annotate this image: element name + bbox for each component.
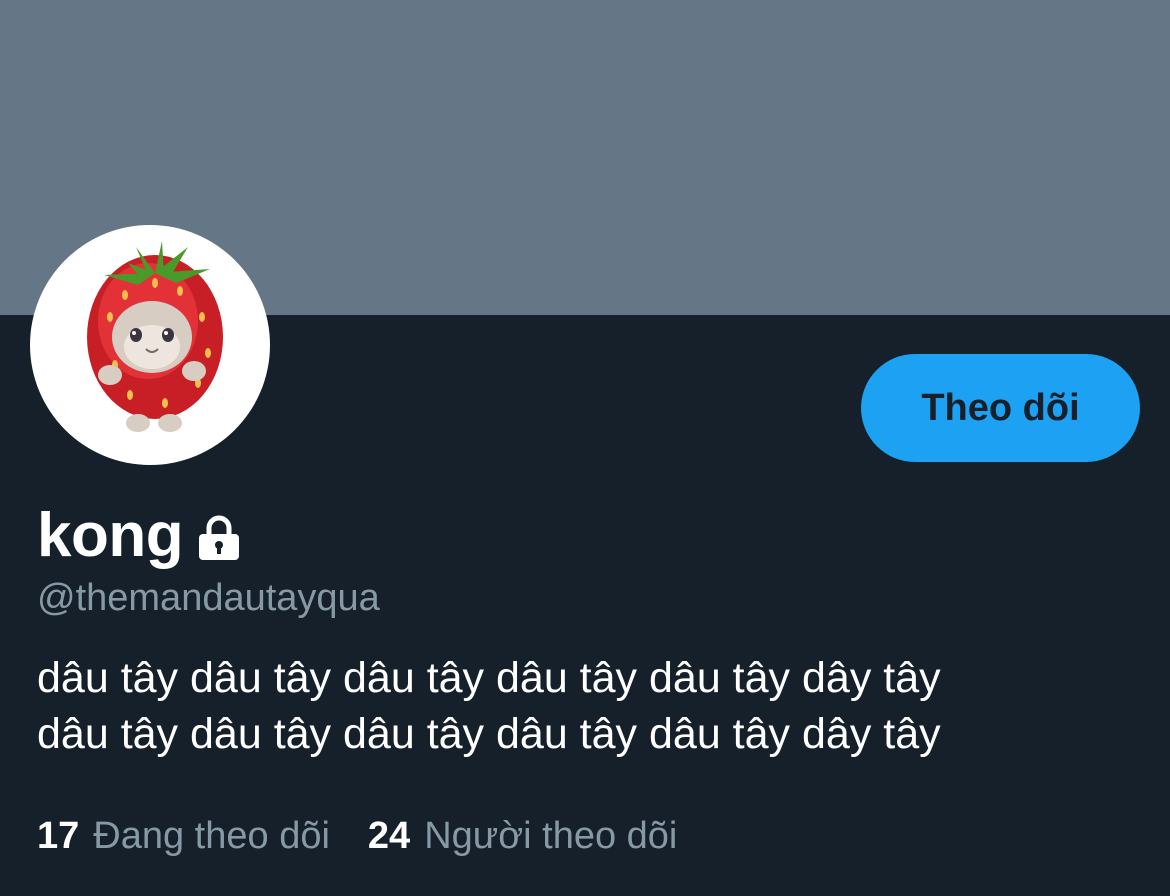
followers-stat[interactable]: 24 Người theo dõi xyxy=(368,812,677,860)
followers-label: Người theo dõi xyxy=(424,815,678,857)
bio-line: dâu tây dâu tây dâu tây dâu tây dâu tây … xyxy=(37,710,941,758)
follow-stats: 17 Đang theo dõi 24 Người theo dõi xyxy=(37,812,715,860)
following-label: Đang theo dõi xyxy=(93,815,330,857)
following-stat[interactable]: 17 Đang theo dõi xyxy=(37,812,330,860)
bio-line: dâu tây dâu tây dâu tây dâu tây dâu tây … xyxy=(37,654,941,702)
lock-icon xyxy=(195,514,243,567)
profile-bio: dâu tây dâu tây dâu tây dâu tây dâu tây … xyxy=(37,650,1137,762)
strawberry-cat-avatar xyxy=(87,241,223,432)
following-count: 17 xyxy=(37,815,80,857)
avatar[interactable] xyxy=(30,225,270,465)
followers-count: 24 xyxy=(367,815,411,857)
follow-button[interactable]: Theo dõi xyxy=(861,354,1140,462)
profile-handle: @themandautayqua xyxy=(37,577,380,619)
display-name: kong xyxy=(37,501,184,570)
name-row: kong xyxy=(37,498,243,574)
